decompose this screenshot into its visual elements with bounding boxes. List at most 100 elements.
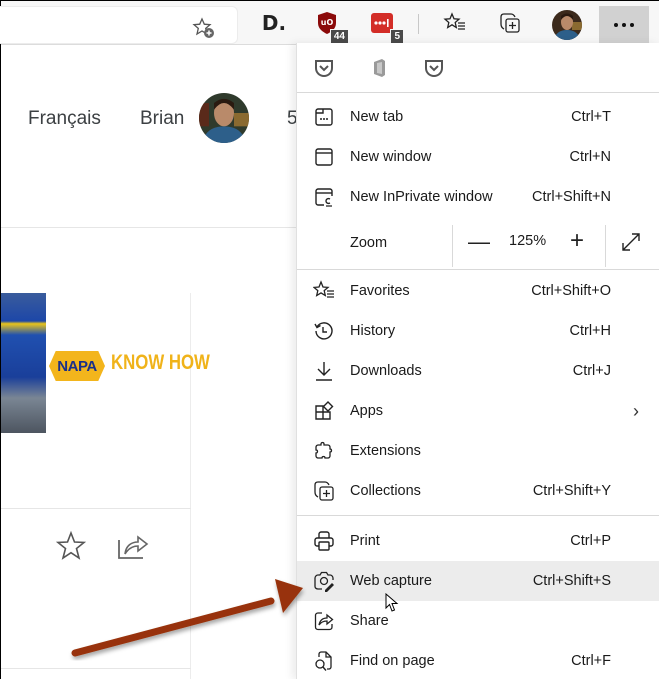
collections-icon	[314, 481, 334, 501]
favorites-icon	[443, 12, 465, 30]
chevron-right-icon: ›	[633, 400, 639, 421]
menu-item-new-inprivate-window[interactable]: New InPrivate window Ctrl+Shift+N	[297, 177, 659, 217]
new-window-icon	[315, 148, 333, 166]
menu-separator	[297, 515, 659, 516]
menu-label: Find on page	[350, 653, 435, 669]
divider	[452, 225, 453, 267]
menu-item-new-window[interactable]: New window Ctrl+N	[297, 137, 659, 177]
profile-photo	[552, 10, 582, 40]
user-photo	[199, 93, 249, 143]
menu-shortcut: Ctrl+J	[572, 363, 611, 379]
new-tab-icon	[315, 108, 333, 126]
find-icon	[315, 651, 332, 671]
office-icon[interactable]	[368, 57, 390, 79]
dot	[614, 23, 618, 27]
menu-item-apps[interactable]: Apps ›	[297, 391, 659, 431]
zoom-value: 125%	[509, 233, 547, 249]
extensions-icon	[315, 441, 333, 459]
mouse-cursor-icon	[385, 593, 399, 612]
ublock-extension-icon[interactable]: uO 44	[313, 9, 349, 44]
pocket-icon[interactable]	[423, 57, 445, 79]
favorites-icon	[313, 280, 334, 298]
menu-label: Web capture	[350, 573, 432, 589]
menu-item-history[interactable]: History Ctrl+H	[297, 311, 659, 351]
divider	[1, 227, 301, 228]
menu-item-print[interactable]: Print Ctrl+P	[297, 521, 659, 561]
store-photo	[1, 293, 46, 433]
download-icon	[316, 362, 332, 381]
menu-shortcut: Ctrl+Shift+N	[532, 189, 611, 205]
napa-logo: NAPA	[49, 351, 105, 381]
lastpass-badge: 5	[390, 29, 404, 44]
menu-shortcut: Ctrl+H	[569, 323, 612, 339]
menu-item-downloads[interactable]: Downloads Ctrl+J	[297, 351, 659, 391]
menu-shortcut: Ctrl+N	[569, 149, 612, 165]
language-link[interactable]: Français	[28, 108, 101, 130]
zoom-label: Zoom	[350, 235, 388, 251]
menu-separator	[297, 269, 659, 270]
user-avatar[interactable]	[199, 93, 249, 143]
menu-label: Print	[350, 533, 380, 549]
menu-label: Collections	[350, 483, 421, 499]
zoom-out-button[interactable]: —	[467, 229, 491, 255]
share-icon	[314, 612, 334, 631]
menu-shortcut: Ctrl+F	[571, 653, 611, 669]
history-icon	[314, 322, 333, 340]
dot	[630, 23, 634, 27]
settings-menu: New tab Ctrl+T New window Ctrl+N New InP…	[296, 43, 659, 679]
menu-item-extensions[interactable]: Extensions	[297, 431, 659, 471]
user-name-link[interactable]: Brian	[140, 108, 184, 130]
divider	[605, 225, 606, 267]
menu-extension-row	[297, 43, 659, 93]
pocket-icon[interactable]	[313, 57, 335, 79]
apps-icon	[315, 401, 334, 420]
menu-label: Extensions	[350, 443, 421, 459]
zoom-in-button[interactable]: +	[565, 227, 589, 254]
menu-shortcut: Ctrl+Shift+O	[531, 283, 611, 299]
menu-label: Apps	[350, 403, 384, 419]
share-icon[interactable]	[116, 530, 150, 562]
settings-and-more-button[interactable]	[599, 6, 649, 44]
napa-logo-text: NAPA	[57, 357, 97, 375]
menu-item-find-on-page[interactable]: Find on page Ctrl+F	[297, 641, 659, 679]
disqus-extension-icon[interactable]: D.	[260, 9, 288, 37]
zoom-control: Zoom — 125% +	[297, 221, 659, 267]
menu-label: New tab	[350, 109, 404, 125]
favorites-button[interactable]	[441, 9, 469, 37]
ublock-badge: 44	[329, 29, 349, 44]
menu-label: Share	[350, 613, 389, 629]
add-favorite-icon[interactable]	[192, 16, 216, 40]
ad-tagline: KNOW HOW	[111, 351, 210, 374]
inprivate-icon	[315, 188, 333, 207]
menu-shortcut: Ctrl+Shift+S	[532, 573, 611, 589]
print-icon	[314, 531, 334, 551]
menu-item-new-tab[interactable]: New tab Ctrl+T	[297, 97, 659, 137]
menu-shortcut: Ctrl+P	[570, 533, 611, 549]
fullscreen-icon[interactable]	[620, 231, 642, 253]
menu-shortcut: Ctrl+Shift+Y	[532, 483, 611, 499]
menu-label: Favorites	[350, 283, 410, 299]
ad-card[interactable]: NAPA KNOW HOW	[1, 293, 210, 679]
toolbar-divider	[418, 14, 419, 34]
menu-item-collections[interactable]: Collections Ctrl+Shift+Y	[297, 471, 659, 511]
collections-button[interactable]	[496, 9, 524, 37]
collections-icon	[500, 13, 520, 33]
menu-label: New InPrivate window	[350, 189, 493, 205]
menu-shortcut: Ctrl+T	[571, 109, 611, 125]
divider	[1, 508, 191, 509]
lastpass-extension-icon[interactable]: 5	[368, 9, 404, 44]
disqus-glyph: D.	[261, 11, 287, 35]
dot	[622, 23, 626, 27]
profile-avatar[interactable]	[552, 10, 582, 40]
menu-label: New window	[350, 149, 432, 165]
address-bar[interactable]	[0, 6, 238, 44]
menu-label: History	[350, 323, 396, 339]
menu-item-web-capture[interactable]: Web capture Ctrl+Shift+S	[297, 561, 659, 601]
menu-item-favorites[interactable]: Favorites Ctrl+Shift+O	[297, 271, 659, 311]
web-capture-icon	[314, 571, 334, 592]
star-icon[interactable]	[55, 530, 87, 562]
browser-toolbar: D. uO 44 5	[0, 1, 659, 45]
svg-text:uO: uO	[321, 18, 334, 27]
menu-item-share[interactable]: Share	[297, 601, 659, 641]
menu-label: Downloads	[350, 363, 422, 379]
